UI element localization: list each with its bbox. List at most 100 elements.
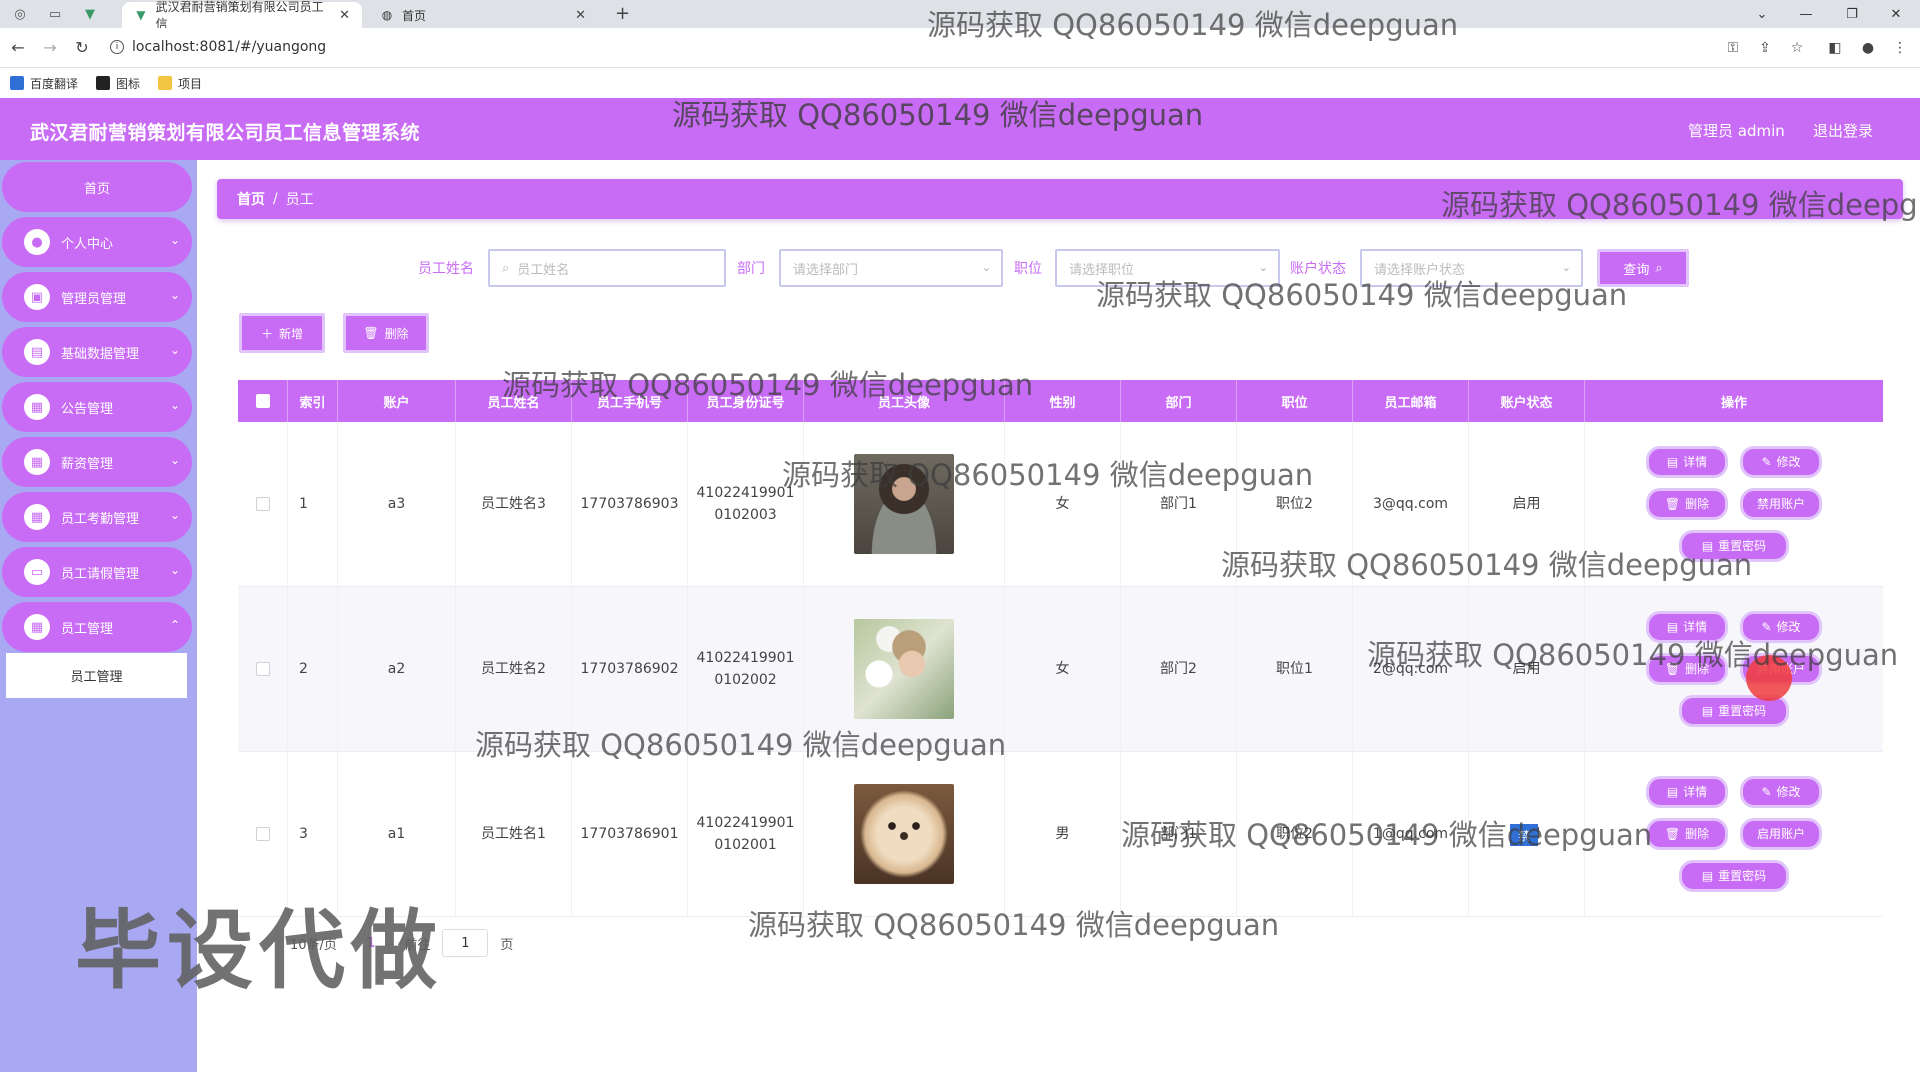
- status-select[interactable]: 请选择账户状态 ⌄: [1360, 249, 1583, 287]
- share-icon[interactable]: ⇪: [1755, 38, 1775, 58]
- idcard-part: 0102002: [714, 672, 777, 688]
- page-size-select[interactable]: 10条/页: [290, 934, 337, 953]
- prev-page-icon[interactable]: ‹: [349, 936, 354, 951]
- sidebar-item-personal[interactable]: ● 个人中心 ⌄: [2, 217, 192, 267]
- reset-password-button[interactable]: ▤ 重置密码: [1679, 860, 1789, 892]
- vue-tab-icon[interactable]: ▼: [80, 4, 100, 24]
- bookmark-label: 百度翻译: [30, 76, 79, 91]
- batch-delete-button[interactable]: 🗑 删除: [343, 313, 429, 353]
- cell-phone: 17703786903: [572, 422, 688, 586]
- tab-icon-blank[interactable]: ▭: [45, 4, 65, 24]
- reload-icon[interactable]: ↻: [72, 36, 92, 58]
- chevron-down-icon: ⌄: [169, 398, 180, 412]
- profile-icon[interactable]: ●: [1858, 38, 1878, 58]
- edit-button[interactable]: ✎ 修改: [1740, 611, 1822, 643]
- select-all-checkbox[interactable]: [255, 394, 270, 408]
- restore-icon[interactable]: ❐: [1830, 0, 1874, 28]
- cell-account: a3: [338, 422, 456, 586]
- breadcrumb-home[interactable]: 首页: [237, 189, 265, 209]
- bookmark-icons[interactable]: 图标: [96, 75, 140, 92]
- cell-status: 启用: [1469, 422, 1585, 586]
- sidebar-item-label: 员工考勤管理: [61, 511, 140, 527]
- tab-search-icon[interactable]: ⌄: [1740, 0, 1784, 28]
- cell-avatar: [804, 587, 1005, 751]
- idcard-part: 41022419901: [696, 815, 795, 831]
- tab-close-icon[interactable]: ✕: [575, 8, 586, 23]
- tab-close-icon[interactable]: ✕: [339, 8, 350, 23]
- delete-button[interactable]: 🗑 删除: [1646, 818, 1728, 850]
- cell-phone: 17703786902: [572, 587, 688, 751]
- browser-menu-icon[interactable]: ◎: [10, 4, 30, 24]
- detail-button[interactable]: ▤ 详情: [1646, 611, 1728, 643]
- cell-status: 启用: [1469, 587, 1585, 751]
- query-button[interactable]: 查询 ⌕: [1597, 249, 1689, 287]
- star-icon[interactable]: ☆: [1787, 38, 1807, 58]
- idcard-part: 41022419901: [696, 650, 795, 666]
- back-icon[interactable]: ←: [8, 36, 28, 58]
- goto-page-input[interactable]: 1: [442, 929, 489, 957]
- cell-dept: 部门2: [1121, 587, 1237, 751]
- edit-button[interactable]: ✎ 修改: [1740, 446, 1822, 478]
- sidebar-item-label: 个人中心: [61, 236, 114, 252]
- submenu-employee-management[interactable]: 员工管理: [6, 653, 187, 698]
- delete-button[interactable]: 🗑 删除: [1646, 488, 1728, 520]
- bookmark-label: 图标: [116, 76, 141, 91]
- sidebar-item-notice[interactable]: ▦ 公告管理 ⌄: [2, 382, 192, 432]
- col-idcard: 员工身份证号: [688, 380, 804, 422]
- row-checkbox[interactable]: [255, 662, 270, 676]
- page-number-current[interactable]: 1: [366, 936, 375, 951]
- sidebar-item-employees[interactable]: ▦ 员工管理 ⌃: [2, 602, 192, 652]
- close-window-icon[interactable]: ✕: [1874, 0, 1918, 28]
- dept-select-placeholder: 请选择部门: [793, 262, 859, 278]
- site-info-icon[interactable]: i: [110, 40, 124, 54]
- position-select[interactable]: 请选择职位 ⌄: [1055, 249, 1280, 287]
- cell-avatar: [804, 422, 1005, 586]
- toggle-account-button[interactable]: 禁用账户: [1740, 488, 1822, 520]
- translate-icon: [10, 76, 24, 90]
- employee-photo-man[interactable]: [854, 454, 954, 554]
- key-icon[interactable]: ⚿: [1723, 38, 1743, 58]
- kebab-menu-icon[interactable]: ⋮: [1890, 38, 1910, 58]
- sidebar-item-leave[interactable]: ▭ 员工请假管理 ⌄: [2, 547, 192, 597]
- logout-link[interactable]: 退出登录: [1813, 120, 1873, 141]
- add-button[interactable]: ＋ 新增: [239, 313, 325, 353]
- bookmark-translate[interactable]: 百度翻译: [10, 75, 78, 92]
- position-filter-label: 职位: [1014, 261, 1042, 277]
- chevron-up-icon: ⌃: [169, 618, 180, 632]
- cell-gender: 女: [1005, 587, 1121, 751]
- delete-button[interactable]: 🗑 删除: [1646, 653, 1728, 685]
- search-icon: ⌕: [502, 260, 510, 276]
- pagination: 10条/页 ‹ 1 › 前往 1 页: [290, 929, 513, 957]
- new-tab-icon[interactable]: +: [615, 3, 630, 24]
- minimize-icon[interactable]: —: [1784, 0, 1828, 28]
- employee-photo-flowers[interactable]: [854, 619, 954, 719]
- dept-select[interactable]: 请选择部门 ⌄: [779, 249, 1003, 287]
- tab-home[interactable]: ◍ 首页 ✕: [368, 2, 598, 28]
- sidepanel-icon[interactable]: ◧: [1825, 38, 1845, 58]
- row-checkbox[interactable]: [255, 497, 270, 511]
- image-icon: [96, 76, 111, 90]
- detail-button[interactable]: ▤ 详情: [1646, 776, 1728, 808]
- delete-label: 删除: [1685, 497, 1710, 511]
- sidebar-item-attendance[interactable]: ▦ 员工考勤管理 ⌄: [2, 492, 192, 542]
- bookmark-project[interactable]: 项目: [158, 75, 202, 92]
- next-page-icon[interactable]: ›: [387, 936, 392, 951]
- toggle-account-button[interactable]: 启用账户: [1740, 818, 1822, 850]
- sidebar-item-label: 首页: [83, 181, 110, 197]
- row-checkbox[interactable]: [255, 827, 270, 841]
- employee-photo-puppy[interactable]: [854, 784, 954, 884]
- sidebar-item-salary[interactable]: ▦ 薪资管理 ⌄: [2, 437, 192, 487]
- sidebar-item-admins[interactable]: ▣ 管理员管理 ⌄: [2, 272, 192, 322]
- reset-password-button[interactable]: ▤ 重置密码: [1679, 530, 1789, 562]
- sidebar-item-basedata[interactable]: ▤ 基础数据管理 ⌄: [2, 327, 192, 377]
- edit-button[interactable]: ✎ 修改: [1740, 776, 1822, 808]
- name-filter-input[interactable]: ⌕ 员工姓名: [488, 249, 726, 287]
- sidebar-item-label: 管理员管理: [61, 291, 127, 307]
- detail-button[interactable]: ▤ 详情: [1646, 446, 1728, 478]
- forward-icon[interactable]: →: [40, 36, 60, 58]
- chevron-down-icon: ⌄: [169, 343, 180, 357]
- tab-active[interactable]: ▼ 武汉君耐营销策划有限公司员工信 ✕: [122, 0, 362, 31]
- cell-index: 2: [288, 587, 338, 751]
- sidebar-item-home[interactable]: 首页: [2, 162, 192, 212]
- url-field[interactable]: i localhost:8081/#/yuangong: [110, 34, 1670, 60]
